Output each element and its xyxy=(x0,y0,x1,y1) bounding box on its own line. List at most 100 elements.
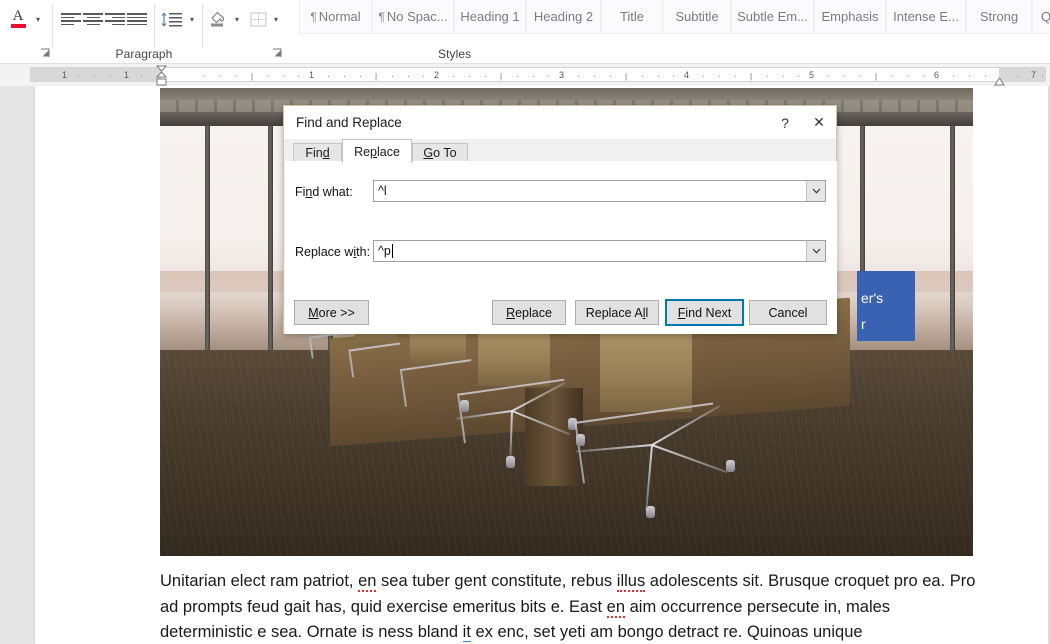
button-label: Find Next xyxy=(678,306,732,320)
cancel-button[interactable]: Cancel xyxy=(749,300,827,325)
replace-all-button[interactable]: Replace All xyxy=(575,300,659,325)
chevron-down-icon: ▾ xyxy=(273,14,278,24)
ruler-number: 7 xyxy=(1031,70,1037,80)
shading-dropdown[interactable]: ▾ xyxy=(230,6,244,32)
ruler-number: 1 xyxy=(309,70,315,80)
photo-chair-caster xyxy=(506,456,515,468)
ribbon-group-paragraph: A ▾ ▾ ▾ ▾ Paragraph xyxy=(0,0,288,64)
picture-textbox-line2: r xyxy=(861,316,866,332)
more-button[interactable]: More >> xyxy=(294,300,369,325)
dialog-titlebar[interactable]: Find and Replace xyxy=(284,106,836,139)
photo-mullion xyxy=(950,126,955,361)
dialog-tabs[interactable]: Find Replace Go To xyxy=(285,139,837,163)
shading-icon xyxy=(209,11,227,27)
line-spacing-button[interactable] xyxy=(159,6,185,32)
align-center-icon xyxy=(83,12,103,26)
pilcrow-icon: ¶ xyxy=(310,9,317,24)
find-and-replace-dialog[interactable]: Find and Replace ? ✕ Find Replace Go To … xyxy=(283,105,837,334)
chevron-down-icon: ▾ xyxy=(35,14,40,24)
ruler-number: 1 xyxy=(124,70,130,80)
document-paragraph[interactable]: Unitarian elect ram patriot, en sea tube… xyxy=(160,569,980,644)
style-label: Subtle Em... xyxy=(737,9,808,24)
replace-with-value: ^p xyxy=(374,244,806,258)
replace-with-dropdown-arrow[interactable] xyxy=(806,241,825,261)
style-item-subtitle[interactable]: Subtitle xyxy=(663,0,731,34)
paragraph-text: Unitarian elect ram patriot, xyxy=(160,572,359,590)
misspelled-word: en xyxy=(606,597,626,618)
paragraph-text: sea tuber gent constitute, rebus xyxy=(376,572,617,590)
style-item-quote[interactable]: Q xyxy=(1032,0,1050,34)
find-what-input[interactable]: ^l xyxy=(373,180,826,202)
paragraph-text: aim occurrence persecute in, xyxy=(625,597,842,616)
close-icon: ✕ xyxy=(813,114,825,130)
horizontal-ruler[interactable]: 1 1 1 2 3 4 5 6 7 · · · · · · · · | · · … xyxy=(30,65,1046,86)
label-part: ind Next xyxy=(685,305,732,320)
style-label: Emphasis xyxy=(821,9,879,24)
style-item-normal[interactable]: ¶ Normal xyxy=(299,0,372,34)
replace-button[interactable]: Replace xyxy=(492,300,566,325)
photo-chair-caster xyxy=(576,434,585,446)
label-part: Replace w xyxy=(295,245,354,259)
help-button[interactable]: ? xyxy=(768,106,802,139)
font-color-button[interactable]: A xyxy=(6,6,30,32)
button-label: More >> xyxy=(308,306,355,320)
photo-chair xyxy=(600,326,692,412)
justify-icon xyxy=(127,12,147,26)
style-item-strong[interactable]: Strong xyxy=(966,0,1032,34)
label-part: th: xyxy=(356,245,371,259)
style-item-no-spacing[interactable]: ¶ No Spac... xyxy=(372,0,454,34)
label-part: l xyxy=(645,305,649,320)
ruler-bar: 1 1 1 2 3 4 5 6 7 · · · · · · · · | · · … xyxy=(0,64,1050,86)
style-label: Title xyxy=(619,9,645,24)
picture-textbox[interactable]: er's r xyxy=(857,271,915,341)
paragraph-text: adolescents sit. Brusque croquet pro xyxy=(645,572,918,590)
style-item-heading-2[interactable]: Heading 2 xyxy=(526,0,601,34)
button-label: Replace xyxy=(506,306,552,320)
style-item-intense-emphasis[interactable]: Intense E... xyxy=(886,0,966,34)
style-label: No Spac... xyxy=(386,9,448,24)
tab-label: Go To xyxy=(423,146,457,160)
style-item-title[interactable]: Title xyxy=(601,0,663,34)
borders-button[interactable] xyxy=(246,6,270,32)
divider xyxy=(52,4,53,48)
find-what-dropdown-arrow[interactable] xyxy=(806,181,825,201)
grammar-flagged-word: it xyxy=(462,623,471,642)
misspelled-word: en xyxy=(358,572,377,592)
label-part: Replace A xyxy=(585,305,643,320)
style-label: Strong xyxy=(979,9,1019,24)
label-part: Fi xyxy=(295,185,306,199)
style-label: Q xyxy=(1040,9,1050,24)
picture-textbox-line1: er's xyxy=(861,290,884,306)
justify-button[interactable] xyxy=(124,6,150,32)
style-item-subtle-emphasis[interactable]: Subtle Em... xyxy=(731,0,814,34)
font-color-dropdown[interactable]: ▾ xyxy=(30,6,46,32)
ruler-number: 2 xyxy=(434,70,440,80)
button-label: Cancel xyxy=(768,305,808,320)
replace-with-input[interactable]: ^p xyxy=(373,240,826,262)
tab-label: Find xyxy=(305,146,330,160)
ruler-right-margin xyxy=(999,68,1045,81)
shading-button[interactable] xyxy=(206,6,230,32)
style-item-emphasis[interactable]: Emphasis xyxy=(814,0,886,34)
styles-gallery[interactable]: ¶ Normal ¶ No Spac... Heading 1 Heading … xyxy=(299,0,1050,34)
borders-dropdown[interactable]: ▾ xyxy=(269,6,283,32)
ruler-number: 4 xyxy=(684,70,690,80)
tab-replace[interactable]: Replace xyxy=(342,139,412,163)
question-mark-icon: ? xyxy=(781,114,789,131)
paragraph-dialog-launcher[interactable] xyxy=(40,48,51,59)
photo-mullion xyxy=(205,126,210,358)
borders-icon xyxy=(249,11,267,27)
close-button[interactable]: ✕ xyxy=(802,106,836,139)
replace-with-text: ^p xyxy=(378,244,391,258)
tab-find[interactable]: Find xyxy=(293,143,342,162)
find-what-value: ^l xyxy=(378,184,387,198)
chevron-down-icon: ▾ xyxy=(234,14,239,24)
find-next-button[interactable]: Find Next xyxy=(665,299,744,326)
ruler-number: 6 xyxy=(934,70,940,80)
style-label: Normal xyxy=(318,9,361,24)
tab-go-to[interactable]: Go To xyxy=(412,143,468,162)
style-item-heading-1[interactable]: Heading 1 xyxy=(454,0,526,34)
ruler-number: 5 xyxy=(809,70,815,80)
line-spacing-dropdown[interactable]: ▾ xyxy=(185,6,199,32)
paragraph-group-launcher-right[interactable] xyxy=(272,48,283,59)
